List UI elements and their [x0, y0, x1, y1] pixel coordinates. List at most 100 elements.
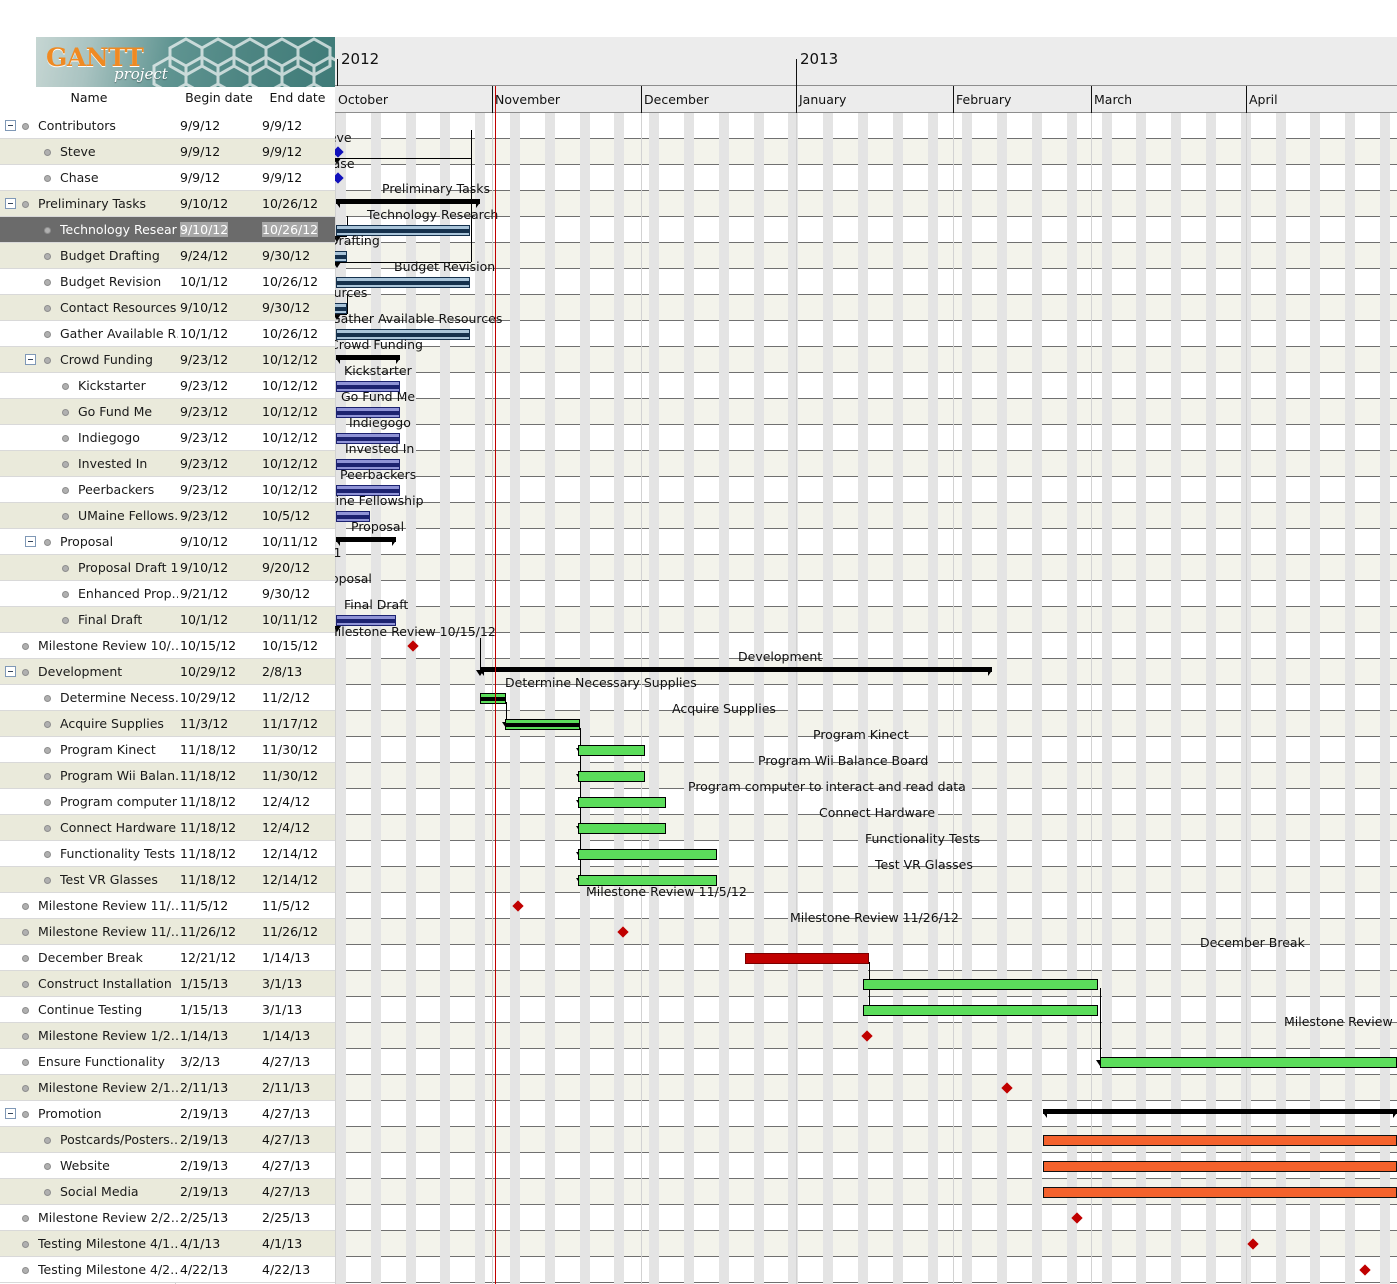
- milestone-diamond[interactable]: [1002, 1083, 1013, 1094]
- task-bar[interactable]: [1100, 1057, 1397, 1068]
- task-row[interactable]: Ensure Functionality3/2/134/27/13: [0, 1049, 335, 1075]
- task-row[interactable]: Proposal9/10/1210/11/12: [0, 529, 335, 555]
- task-row[interactable]: Social Media2/19/134/27/13: [0, 1179, 335, 1205]
- task-row[interactable]: Testing Milestone 4/1…4/1/134/1/13: [0, 1231, 335, 1257]
- collapse-toggle-icon[interactable]: [5, 666, 16, 677]
- task-row[interactable]: Chase9/9/129/9/12: [0, 165, 335, 191]
- task-row[interactable]: Postcards/Posters…2/19/134/27/13: [0, 1127, 335, 1153]
- task-row[interactable]: Program computer…11/18/1212/4/12: [0, 789, 335, 815]
- milestone-diamond[interactable]: [618, 927, 629, 938]
- task-bar[interactable]: [578, 745, 645, 756]
- task-bar[interactable]: [1043, 1161, 1397, 1172]
- timeline-month-label: February: [953, 92, 1011, 107]
- task-row[interactable]: Milestone Review 10/…10/15/1210/15/12: [0, 633, 335, 659]
- task-end-date: 11/5/12: [262, 898, 310, 913]
- task-bar[interactable]: [480, 693, 506, 704]
- task-row[interactable]: Contact Resources9/10/129/30/12: [0, 295, 335, 321]
- task-row[interactable]: Development10/29/122/8/13: [0, 659, 335, 685]
- milestone-diamond[interactable]: [513, 901, 524, 912]
- task-bullet-icon: [22, 1215, 29, 1222]
- task-bar[interactable]: [1043, 1135, 1397, 1146]
- collapse-toggle-icon[interactable]: [25, 536, 36, 547]
- collapse-toggle-icon[interactable]: [25, 354, 36, 365]
- task-row[interactable]: Connect Hardware11/18/1212/4/12: [0, 815, 335, 841]
- task-end-date: 9/30/12: [262, 586, 310, 601]
- task-bullet-icon: [44, 851, 51, 858]
- milestone-diamond[interactable]: [408, 641, 419, 652]
- task-row[interactable]: Milestone Review 11/…11/5/1211/5/12: [0, 893, 335, 919]
- summary-bar[interactable]: [1043, 1109, 1397, 1118]
- collapse-toggle-icon[interactable]: [5, 120, 16, 131]
- task-name-label: Kickstarter: [78, 378, 178, 393]
- task-row[interactable]: Acquire Supplies11/3/1211/17/12: [0, 711, 335, 737]
- bar-label: Gather Available Resources: [335, 311, 502, 326]
- task-row[interactable]: Go Fund Me9/23/1210/12/12: [0, 399, 335, 425]
- task-row[interactable]: Contributors9/9/129/9/12: [0, 113, 335, 139]
- summary-bar[interactable]: [336, 537, 396, 546]
- task-row[interactable]: Program Wii Balan…11/18/1211/30/12: [0, 763, 335, 789]
- task-row[interactable]: Gather Available R…10/1/1210/26/12: [0, 321, 335, 347]
- milestone-diamond[interactable]: [862, 1031, 873, 1042]
- task-bar[interactable]: [578, 849, 717, 860]
- timeline-year-header: 20122013: [335, 37, 1397, 86]
- task-name-label: Go Fund Me: [78, 404, 178, 419]
- task-row[interactable]: Functionality Tests11/18/1212/14/12: [0, 841, 335, 867]
- task-row[interactable]: Proposal Draft 19/10/129/20/12: [0, 555, 335, 581]
- task-bar[interactable]: [505, 719, 580, 730]
- task-row[interactable]: Enhanced Prop…9/21/129/30/12: [0, 581, 335, 607]
- task-row[interactable]: Continue Testing1/15/133/1/13: [0, 997, 335, 1023]
- column-header-name[interactable]: Name: [0, 90, 178, 105]
- task-row[interactable]: Indiegogo9/23/1210/12/12: [0, 425, 335, 451]
- task-bar[interactable]: [863, 1005, 1098, 1016]
- task-bullet-icon: [62, 617, 69, 624]
- month-gridline: [641, 113, 642, 1284]
- task-row[interactable]: Testing Milestone 4/2…4/22/134/22/13: [0, 1257, 335, 1283]
- collapse-toggle-icon[interactable]: [5, 198, 16, 209]
- milestone-diamond[interactable]: [1072, 1213, 1083, 1224]
- task-row[interactable]: Crowd Funding9/23/1210/12/12: [0, 347, 335, 373]
- weekend-stripe: [823, 86, 833, 1284]
- task-row[interactable]: Invested In9/23/1210/12/12: [0, 451, 335, 477]
- task-row[interactable]: Construct Installation1/15/133/1/13: [0, 971, 335, 997]
- weekend-stripe: [1136, 86, 1146, 1284]
- task-bar[interactable]: [335, 251, 347, 262]
- task-row[interactable]: Milestone Review 2/1…2/11/132/11/13: [0, 1075, 335, 1101]
- task-bar[interactable]: [578, 797, 666, 808]
- task-row[interactable]: Technology Resear…9/10/1210/26/12: [0, 217, 335, 243]
- milestone-diamond[interactable]: [1248, 1239, 1259, 1250]
- task-row[interactable]: Budget Revision10/1/1210/26/12: [0, 269, 335, 295]
- task-row[interactable]: Determine Necess…10/29/1211/2/12: [0, 685, 335, 711]
- weekend-stripe: [997, 86, 1007, 1284]
- task-row[interactable]: Milestone Review 2/2…2/25/132/25/13: [0, 1205, 335, 1231]
- task-bar[interactable]: [863, 979, 1098, 990]
- task-begin-date: 11/26/12: [180, 924, 236, 939]
- task-row[interactable]: Milestone Review 1/2…1/14/131/14/13: [0, 1023, 335, 1049]
- gantt-chart-panel[interactable]: 20122013 OctoberNovemberDecemberJanuaryF…: [335, 0, 1397, 1284]
- task-bar[interactable]: [745, 953, 869, 964]
- task-bar[interactable]: [1043, 1187, 1397, 1198]
- task-row[interactable]: Website2/19/134/27/13: [0, 1153, 335, 1179]
- task-row[interactable]: Test VR Glasses11/18/1212/14/12: [0, 867, 335, 893]
- task-name-label: Indiegogo: [78, 430, 178, 445]
- task-row[interactable]: Final Draft10/1/1210/11/12: [0, 607, 335, 633]
- task-row[interactable]: December Break12/21/121/14/13: [0, 945, 335, 971]
- task-row[interactable]: Program Kinect11/18/1211/30/12: [0, 737, 335, 763]
- task-row[interactable]: Budget Drafting9/24/129/30/12: [0, 243, 335, 269]
- task-row[interactable]: Preliminary Tasks9/10/1210/26/12: [0, 191, 335, 217]
- task-begin-date: 11/18/12: [180, 846, 236, 861]
- task-row[interactable]: Peerbackers9/23/1210/12/12: [0, 477, 335, 503]
- task-row[interactable]: Steve9/9/129/9/12: [0, 139, 335, 165]
- task-row[interactable]: UMaine Fellows…9/23/1210/5/12: [0, 503, 335, 529]
- column-header-end[interactable]: End date: [260, 90, 335, 105]
- task-row[interactable]: Promotion2/19/134/27/13: [0, 1101, 335, 1127]
- column-header-begin[interactable]: Begin date: [178, 90, 260, 105]
- task-bar[interactable]: [578, 771, 645, 782]
- collapse-toggle-icon[interactable]: [5, 1108, 16, 1119]
- task-row[interactable]: Milestone Review 11/…11/26/1211/26/12: [0, 919, 335, 945]
- task-name-label: Enhanced Prop…: [78, 586, 178, 601]
- milestone-diamond[interactable]: [335, 173, 344, 184]
- task-bullet-icon: [44, 1189, 51, 1196]
- task-row[interactable]: Kickstarter9/23/1210/12/12: [0, 373, 335, 399]
- milestone-diamond[interactable]: [1360, 1265, 1371, 1276]
- task-bar[interactable]: [578, 823, 666, 834]
